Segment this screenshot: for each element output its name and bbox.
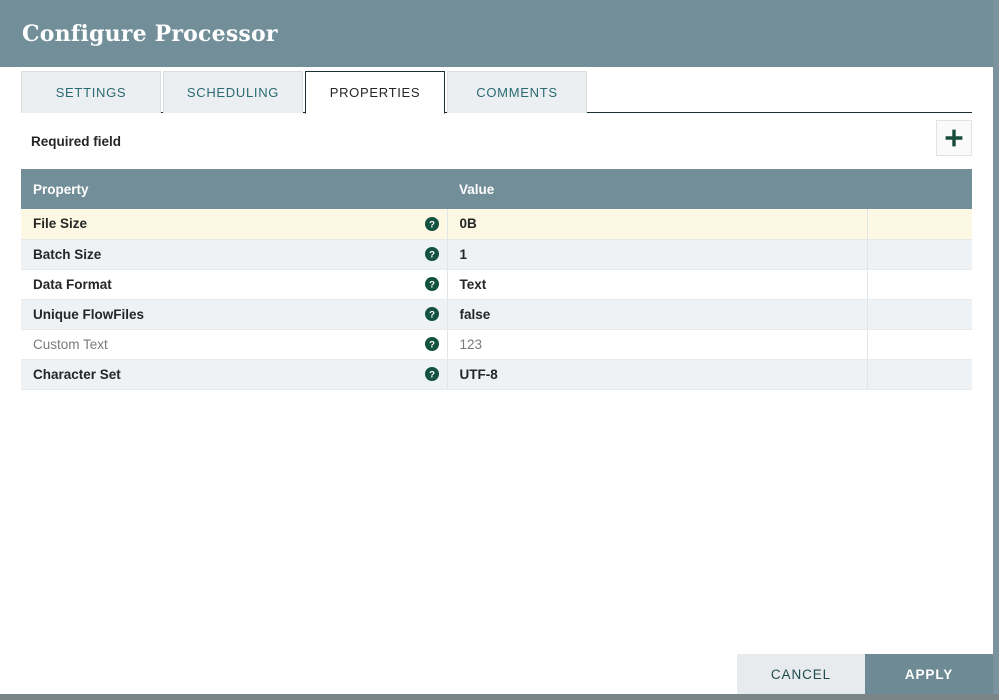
properties-panel: Required field Property Value: [0, 113, 993, 390]
column-header-value: Value: [447, 169, 867, 209]
property-name-cell[interactable]: Data Format ?: [21, 269, 447, 299]
help-circle-icon[interactable]: ?: [425, 217, 439, 231]
table-row[interactable]: Data Format ? Text: [21, 269, 972, 299]
property-value: 123: [460, 337, 483, 352]
tab-properties-label: PROPERTIES: [330, 85, 421, 100]
plus-icon: [944, 128, 964, 148]
table-row[interactable]: Character Set ? UTF-8: [21, 359, 972, 389]
dialog-title: Configure Processor: [22, 23, 278, 45]
property-actions-cell[interactable]: [867, 329, 972, 359]
property-value: 1: [460, 247, 468, 262]
tab-properties[interactable]: PROPERTIES: [305, 71, 445, 114]
property-value: 0B: [460, 216, 477, 231]
property-value: UTF-8: [460, 367, 498, 382]
svg-text:?: ?: [429, 340, 435, 351]
svg-text:?: ?: [429, 310, 435, 321]
table-row[interactable]: Unique FlowFiles ? false: [21, 299, 972, 329]
help-circle-icon[interactable]: ?: [425, 247, 439, 261]
property-name-cell[interactable]: Unique FlowFiles ?: [21, 299, 447, 329]
property-name-cell[interactable]: File Size ?: [21, 209, 447, 239]
help-circle-icon[interactable]: ?: [425, 337, 439, 351]
screen-backdrop: Configure Processor SETTINGS SCHEDULING …: [0, 0, 999, 700]
help-circle-icon[interactable]: ?: [425, 307, 439, 321]
cancel-button[interactable]: CANCEL: [737, 654, 865, 694]
property-actions-cell[interactable]: [867, 299, 972, 329]
property-value: Text: [460, 277, 487, 292]
required-field-label: Required field: [21, 134, 121, 149]
svg-text:?: ?: [429, 250, 435, 261]
tab-scheduling-label: SCHEDULING: [187, 85, 279, 100]
table-row[interactable]: Custom Text ? 123: [21, 329, 972, 359]
property-value-cell[interactable]: Text: [447, 269, 867, 299]
table-row[interactable]: Batch Size ? 1: [21, 239, 972, 269]
table-header-row: Property Value: [21, 169, 972, 209]
property-name: Character Set: [33, 367, 121, 382]
property-name-cell[interactable]: Character Set ?: [21, 359, 447, 389]
property-name: Batch Size: [33, 247, 101, 262]
tab-comments-label: COMMENTS: [476, 85, 557, 100]
property-actions-cell[interactable]: [867, 239, 972, 269]
column-header-actions: [867, 169, 972, 209]
column-header-property: Property: [21, 169, 447, 209]
svg-text:?: ?: [429, 370, 435, 381]
property-value-cell[interactable]: 123: [447, 329, 867, 359]
property-name: File Size: [33, 216, 87, 231]
properties-table: Property Value File Size ?: [21, 169, 972, 390]
svg-text:?: ?: [429, 219, 435, 230]
window-bottom-strip: [0, 694, 999, 700]
svg-text:?: ?: [429, 280, 435, 291]
cancel-button-label: CANCEL: [771, 667, 831, 682]
tab-bar: SETTINGS SCHEDULING PROPERTIES COMMENTS: [0, 67, 993, 113]
apply-button-label: APPLY: [905, 667, 953, 682]
tab-scheduling[interactable]: SCHEDULING: [163, 71, 303, 113]
help-circle-icon[interactable]: ?: [425, 277, 439, 291]
help-circle-icon[interactable]: ?: [425, 367, 439, 381]
properties-table-head: Property Value: [21, 169, 972, 209]
property-name: Custom Text: [33, 337, 108, 352]
tab-settings[interactable]: SETTINGS: [21, 71, 161, 113]
dialog-footer: CANCEL APPLY: [0, 654, 993, 694]
properties-table-body: File Size ? 0B: [21, 209, 972, 389]
tab-comments[interactable]: COMMENTS: [447, 71, 587, 113]
property-value-cell[interactable]: 0B: [447, 209, 867, 239]
property-name-cell[interactable]: Custom Text ?: [21, 329, 447, 359]
tab-settings-label: SETTINGS: [56, 85, 127, 100]
property-actions-cell[interactable]: [867, 269, 972, 299]
property-value: false: [460, 307, 491, 322]
property-value-cell[interactable]: UTF-8: [447, 359, 867, 389]
add-property-button[interactable]: [936, 120, 972, 156]
table-row[interactable]: File Size ? 0B: [21, 209, 972, 239]
property-value-cell[interactable]: false: [447, 299, 867, 329]
property-name: Unique FlowFiles: [33, 307, 144, 322]
dialog-header: Configure Processor: [0, 0, 993, 67]
property-actions-cell[interactable]: [867, 209, 972, 239]
apply-button[interactable]: APPLY: [865, 654, 993, 694]
property-value-cell[interactable]: 1: [447, 239, 867, 269]
property-actions-cell[interactable]: [867, 359, 972, 389]
property-name-cell[interactable]: Batch Size ?: [21, 239, 447, 269]
properties-toolbar: Required field: [21, 113, 972, 169]
configure-processor-dialog: Configure Processor SETTINGS SCHEDULING …: [0, 0, 993, 694]
property-name: Data Format: [33, 277, 112, 292]
